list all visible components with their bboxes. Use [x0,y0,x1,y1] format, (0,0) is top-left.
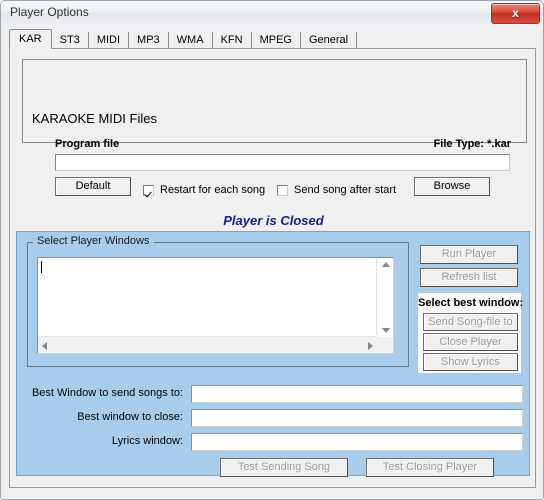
program-file-label: Program file [55,138,120,150]
run-player-button[interactable]: Run Player [420,245,518,264]
show-lyrics-button[interactable]: Show Lyrics [423,353,518,371]
checkbox-check-icon [143,184,154,196]
close-player-button[interactable]: Close Player [423,333,518,351]
lyrics-window-input[interactable] [191,433,523,451]
vertical-scrollbar[interactable] [376,258,393,337]
scroll-up-icon[interactable] [382,262,390,267]
tab-kfn[interactable]: KFN [213,32,252,49]
scroll-left-icon[interactable] [42,342,47,350]
test-sending-song-button[interactable]: Test Sending Song [220,458,348,477]
select-player-windows-legend: Select Player Windows [33,235,154,247]
best-window-send-input[interactable] [191,385,523,403]
scroll-right-icon[interactable] [368,342,373,350]
scroll-down-icon[interactable] [382,328,390,333]
close-window-button[interactable]: x [491,3,540,24]
best-window-send-label: Best Window to send songs to: [31,387,183,399]
tab-page-kar: KARAOKE MIDI Files Program file File Typ… [9,48,536,488]
best-window-send-row: Best Window to send songs to: [25,385,523,404]
refresh-list-button[interactable]: Refresh list [420,268,518,287]
tab-mpeg[interactable]: MPEG [252,32,301,49]
browse-button[interactable]: Browse [414,177,490,196]
tab-strip: KAR ST3 MIDI MP3 WMA KFN MPEG General [9,29,358,49]
client-area: KAR ST3 MIDI MP3 WMA KFN MPEG General KA… [1,25,543,499]
program-file-input[interactable] [55,154,510,171]
window-title: Player Options [10,5,89,19]
scrollbar-corner [377,337,393,353]
best-window-close-label: Best window to close: [77,411,183,423]
karaoke-group-legend: KARAOKE MIDI Files [28,111,161,126]
listbox-content[interactable] [38,258,377,337]
file-type-label: File Type: *.kar [433,138,511,150]
karaoke-midi-files-group [22,59,527,143]
title-bar: Player Options x [1,1,543,26]
send-after-checkbox-label: Send song after start [294,184,397,196]
checkbox-empty-icon [277,184,288,196]
best-window-close-row: Best window to close: [25,409,523,428]
tab-general[interactable]: General [301,32,358,49]
tab-mp3[interactable]: MP3 [129,32,169,49]
player-options-window: Player Options x KAR ST3 MIDI MP3 WMA KF… [0,0,544,500]
lyrics-window-label: Lyrics window: [111,435,183,447]
close-icon: x [512,6,519,20]
tab-wma[interactable]: WMA [169,32,213,49]
text-caret [41,261,42,273]
player-windows-panel: Select Player Windows Run Player Refresh… [16,231,530,477]
test-closing-player-button[interactable]: Test Closing Player [366,458,494,477]
player-windows-listbox[interactable] [37,257,394,354]
tab-midi[interactable]: MIDI [89,32,130,49]
restart-for-each-song-checkbox[interactable]: Restart for each song [143,184,265,196]
tab-st3[interactable]: ST3 [52,32,89,49]
horizontal-scrollbar[interactable] [38,336,377,353]
default-button[interactable]: Default [55,177,131,196]
send-song-after-start-checkbox[interactable]: Send song after start [277,184,396,196]
select-best-window-title: Select best window: [418,297,524,309]
select-best-window-panel: Select best window: Send Song-file to Cl… [417,292,524,374]
tab-kar[interactable]: KAR [9,29,52,49]
player-status-text: Player is Closed [223,213,324,228]
restart-checkbox-label: Restart for each song [160,184,266,196]
lyrics-window-row: Lyrics window: [25,433,523,452]
best-window-close-input[interactable] [191,409,523,427]
send-song-file-to-button[interactable]: Send Song-file to [423,313,518,331]
